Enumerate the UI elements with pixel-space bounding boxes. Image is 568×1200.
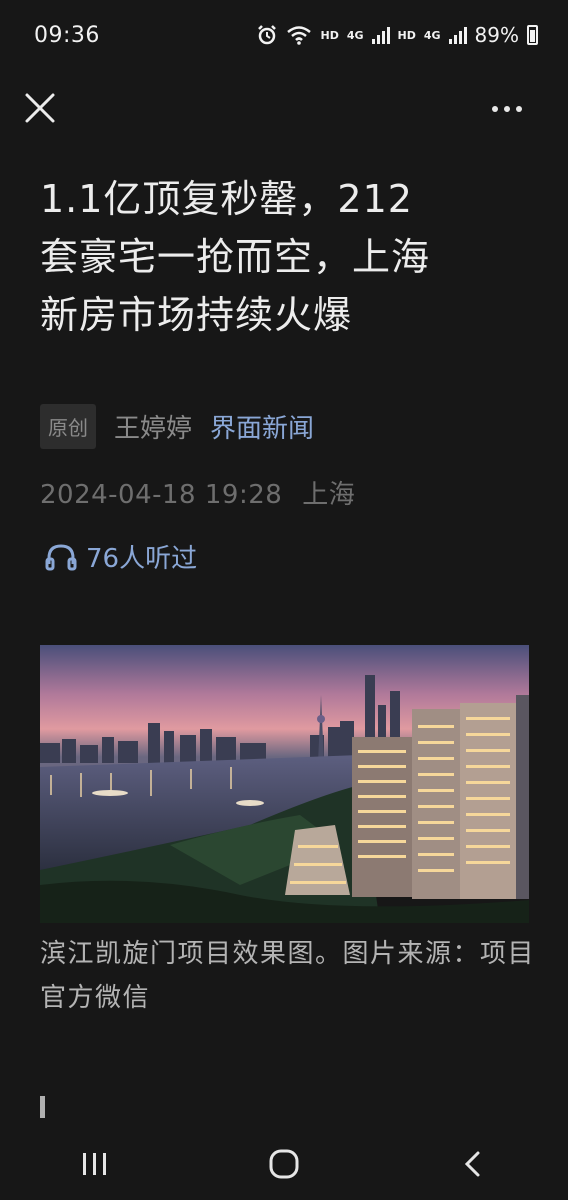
recent-apps-button[interactable] [65, 1139, 125, 1189]
status-bar: 09:36 HD 4G HD 4G 89% [0, 0, 568, 70]
home-icon [269, 1149, 299, 1179]
recent-apps-icon [82, 1153, 106, 1175]
headphones-icon [45, 543, 77, 570]
status-icons: HD 4G HD 4G 89% [256, 23, 538, 47]
close-button[interactable] [22, 90, 58, 126]
publish-info: 2024-04-18 19:28 上海 [40, 474, 355, 511]
author-name[interactable]: 王婷婷 [114, 408, 192, 445]
back-button[interactable] [443, 1139, 503, 1189]
battery-icon [527, 25, 538, 45]
top-nav [0, 78, 568, 138]
alarm-icon [258, 25, 277, 45]
title-line: 1.1亿顶复秒罄，212 [40, 177, 413, 221]
hd-label-1: HD [320, 28, 339, 42]
battery-percent: 89% [474, 23, 519, 47]
article-title: 1.1亿顶复秒罄，212 套豪宅一抢而空，上海 新房市场持续火爆 [40, 170, 540, 344]
more-button[interactable] [492, 94, 532, 124]
publish-location: 上海 [302, 480, 356, 510]
riverside-render-image [40, 645, 529, 923]
back-icon [465, 1151, 480, 1177]
title-line: 新房市场持续火爆 [40, 293, 353, 337]
source-link[interactable]: 界面新闻 [210, 408, 314, 445]
signal-icon-1 [371, 26, 390, 44]
more-icon-dot [516, 106, 522, 112]
more-icon-dot [504, 106, 510, 112]
original-badge: 原创 [40, 404, 96, 449]
listen-count: 76人听过 [86, 544, 198, 574]
home-button[interactable] [254, 1139, 314, 1189]
wifi-icon [287, 26, 312, 45]
title-line: 套豪宅一抢而空，上海 [40, 235, 431, 279]
listen-button[interactable]: 76人听过 [44, 538, 197, 575]
close-icon [25, 93, 55, 123]
publish-date: 2024-04-18 19:28 [40, 480, 283, 510]
status-time: 09:36 [34, 22, 100, 48]
article-image[interactable] [40, 645, 529, 923]
network-label-1: 4G [346, 28, 364, 42]
content-marker [40, 1096, 45, 1118]
more-icon [492, 106, 498, 112]
article-meta: 原创 王婷婷 界面新闻 [40, 404, 314, 449]
network-label-2: 4G [423, 28, 441, 42]
signal-icon-2 [448, 26, 467, 44]
image-caption: 滨江凯旋门项目效果图。图片来源：项目官方微信 [40, 939, 536, 1013]
system-nav-bar [0, 1128, 568, 1200]
hd-label-2: HD [397, 28, 416, 42]
